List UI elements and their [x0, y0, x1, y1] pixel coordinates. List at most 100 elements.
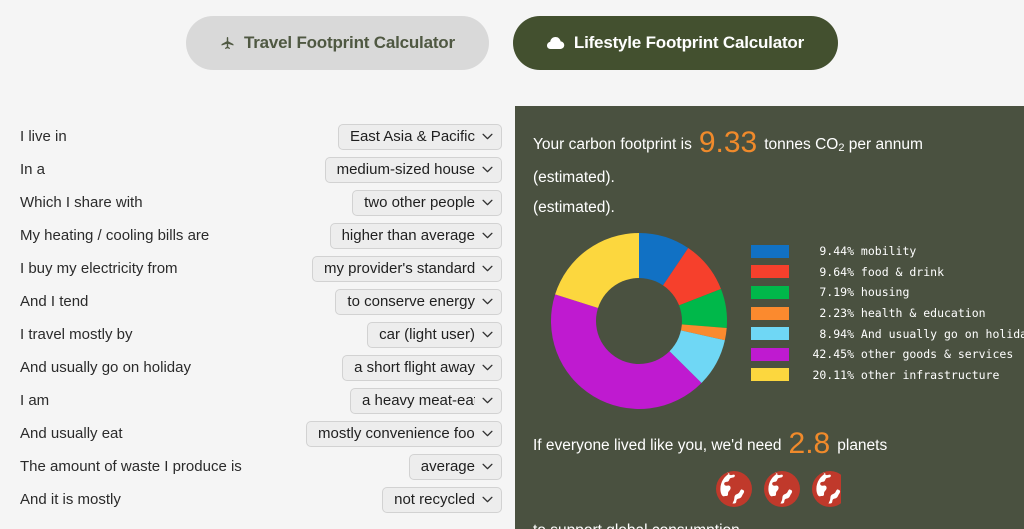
select-dwelling[interactable]: medium-sized house [324, 156, 502, 183]
footprint-donut-chart [549, 231, 729, 411]
legend-item: 9.44% mobility [751, 241, 1024, 262]
select-diet-type[interactable]: a heavy meat-eater [350, 387, 502, 414]
form-row-electricity-source: I buy my electricity from my provider's … [20, 252, 502, 285]
label-electricity-source: I buy my electricity from [20, 260, 178, 277]
legend-item: 7.19% housing [751, 282, 1024, 303]
select-energy-habit-value: to conserve energy [347, 293, 475, 310]
legend-swatch [751, 285, 789, 299]
select-holiday-value: a short flight away [354, 359, 475, 376]
legend-label: 9.64% food & drink [819, 264, 945, 279]
label-recycling: And it is mostly [20, 491, 121, 508]
select-electricity-source[interactable]: my provider's standard plan [312, 255, 502, 282]
legend-label: 8.94% And usually go on holiday [819, 326, 1024, 341]
airplane-icon [220, 36, 235, 51]
legend-label: 20.11% other infrastructure [812, 367, 1000, 382]
chevron-down-icon [482, 298, 493, 305]
select-recycling-value: not recycled [394, 491, 475, 508]
select-transport-value: car (light user) [379, 326, 475, 343]
cloud-icon [546, 36, 565, 50]
select-waste-amount-value: average [420, 458, 475, 475]
footprint-headline: Your carbon footprint is 9.33 tonnes CO2 p… [533, 128, 1006, 223]
form-row-food-style: And usually eat mostly convenience food [20, 417, 502, 450]
select-food-style-value: mostly convenience food [318, 425, 475, 442]
legend-swatch [751, 347, 789, 361]
select-household-size[interactable]: two other people [352, 189, 502, 216]
select-electricity-source-value: my provider's standard plan [324, 260, 475, 277]
select-food-style[interactable]: mostly convenience food [306, 420, 502, 447]
select-dwelling-value: medium-sized house [336, 161, 475, 178]
legend-swatch [751, 265, 789, 279]
select-energy-habit[interactable]: to conserve energy [335, 288, 502, 315]
form-row-live-in: I live in East Asia & Pacific [20, 120, 502, 153]
label-food-style: And usually eat [20, 425, 123, 442]
label-household-size: Which I share with [20, 194, 143, 211]
label-holiday: And usually go on holiday [20, 359, 191, 376]
chevron-down-icon [482, 397, 493, 404]
tab-travel-label: Travel Footprint Calculator [243, 33, 455, 52]
form-row-transport: I travel mostly by car (light user) [20, 318, 502, 351]
legend-item: 20.11% other infrastructure [751, 365, 1024, 386]
select-waste-amount[interactable]: average [408, 453, 502, 480]
legend-label: 42.45% other goods & services [812, 347, 1014, 362]
select-household-size-value: two other people [364, 194, 475, 211]
label-energy-habit: And I tend [20, 293, 89, 310]
planets-prefix: If everyone lived like you, we'd need [533, 437, 782, 454]
tab-lifestyle-footprint-calculator[interactable]: Lifestyle Footprint Calculator [512, 16, 839, 70]
earth-icon [811, 470, 842, 508]
form-row-dwelling: In a medium-sized house [20, 153, 502, 186]
legend-swatch [751, 368, 789, 382]
label-diet-type: I am [20, 392, 50, 409]
chart-legend: 9.44% mobility 9.64% food & drink 7.19% ho… [751, 241, 1024, 385]
planets-headline: If everyone lived like you, we'd need 2.8… [533, 427, 1006, 461]
chevron-down-icon [482, 430, 493, 437]
chevron-down-icon [482, 265, 493, 272]
label-dwelling: In a [20, 161, 46, 178]
legend-item: 9.64% food & drink [751, 262, 1024, 283]
lifestyle-footprint-calculator-page: Travel Footprint Calculator Lifestyle Fo… [0, 0, 1024, 529]
tab-lifestyle-label: Lifestyle Footprint Calculator [573, 33, 805, 52]
chevron-down-icon [482, 463, 493, 470]
select-transport[interactable]: car (light user) [367, 321, 502, 348]
footprint-headline-prefix: Your carbon footprint is [533, 136, 692, 153]
footprint-headline-second-line: (estimated). [533, 199, 615, 216]
earth-icon [715, 470, 753, 508]
legend-label: 7.19% housing [819, 285, 910, 300]
label-waste-amount: The amount of waste I produce is [20, 458, 242, 475]
tab-travel-footprint-calculator[interactable]: Travel Footprint Calculator [185, 16, 489, 70]
form-row-energy-habit: And I tend to conserve energy [20, 285, 502, 318]
chevron-down-icon [482, 232, 493, 239]
chevron-down-icon [482, 166, 493, 173]
form-row-household-size: Which I share with two other people [20, 186, 502, 219]
form-row-waste-amount: The amount of waste I produce is average [20, 450, 502, 483]
chevron-down-icon [482, 199, 493, 206]
planets-suffix: planets [837, 437, 888, 454]
legend-swatch [751, 244, 789, 258]
earth-icon [763, 470, 801, 508]
legend-item: 42.45% other goods & services [751, 344, 1024, 365]
legend-label: 9.44% mobility [819, 244, 917, 259]
legend-label: 2.23% health & education [819, 306, 986, 321]
results-panel: Your carbon footprint is 9.33 tonnes CO2 p… [515, 106, 1024, 529]
legend-item: 2.23% health & education [751, 303, 1024, 324]
legend-swatch [751, 306, 789, 320]
form-row-recycling: And it is mostly not recycled [20, 483, 502, 516]
chevron-down-icon [482, 133, 493, 140]
select-live-in-value: East Asia & Pacific [349, 128, 475, 145]
breakdown-chart-area: 9.44% mobility 9.64% food & drink 7.19% ho… [533, 231, 1024, 411]
select-heating-bills-value: higher than average [341, 227, 475, 244]
planets-value: 2.8 [788, 427, 831, 460]
select-live-in[interactable]: East Asia & Pacific [337, 123, 502, 150]
legend-swatch [751, 327, 789, 341]
select-recycling[interactable]: not recycled [382, 486, 502, 513]
form-row-diet-type: I am a heavy meat-eater [20, 384, 502, 417]
footprint-unit-pre: tonnes CO [764, 136, 839, 153]
chevron-down-icon [482, 331, 493, 338]
select-heating-bills[interactable]: higher than average [329, 222, 502, 249]
lifestyle-questions-form: I live in East Asia & Pacific In a mediu… [0, 106, 515, 529]
select-holiday[interactable]: a short flight away [342, 354, 502, 381]
form-row-holiday: And usually go on holiday a short flight… [20, 351, 502, 384]
label-heating-bills: My heating / cooling bills are [20, 227, 210, 244]
chevron-down-icon [482, 364, 493, 371]
form-row-heating-bills: My heating / cooling bills are higher th… [20, 219, 502, 252]
label-live-in: I live in [20, 128, 67, 145]
